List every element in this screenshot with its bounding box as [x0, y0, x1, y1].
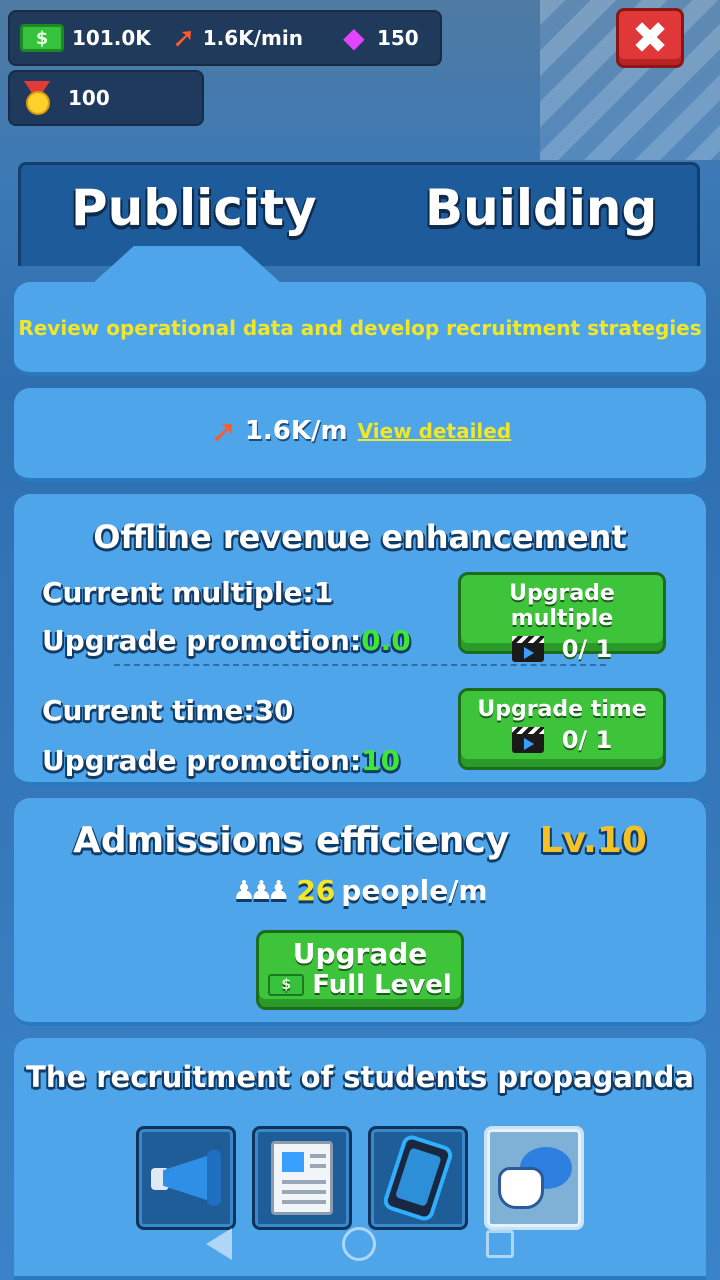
multiple-promotion-stat: Upgrade promotion:0.0 [42, 624, 411, 657]
admissions-title: Admissions efficiency [73, 820, 510, 861]
upgrade-time-progress-row: 0/ 1 [461, 726, 663, 754]
admissions-level: Lv.10 [539, 820, 647, 861]
current-time-stat: Current time:30 [42, 694, 293, 727]
view-detailed-link[interactable]: View detailed [358, 419, 512, 443]
people-rate-unit: people/m [341, 874, 488, 907]
admissions-title-row: Admissions efficiency Lv.10 [14, 820, 706, 861]
system-nav-bar [0, 1208, 720, 1280]
back-nav-icon[interactable] [206, 1228, 232, 1260]
multiple-promotion-label: Upgrade promotion: [42, 624, 362, 657]
offline-revenue-panel: Offline revenue enhancement Current mult… [14, 494, 706, 786]
tab-building[interactable]: Building [425, 179, 657, 237]
cash-resource: $ 101.0K [20, 24, 151, 52]
income-rate-row: ➚ 1.6K/m View detailed [14, 412, 706, 450]
section-divider [114, 664, 606, 666]
gem-value: 150 [376, 26, 419, 50]
upgrade-time-button[interactable]: Upgrade time 0/ 1 [458, 688, 666, 770]
current-multiple-stat: Current multiple:1 [42, 576, 333, 609]
close-button[interactable]: ✖ [616, 8, 684, 68]
tab-bar: Publicity Building [18, 162, 700, 266]
current-time-label: Current time: [42, 694, 255, 727]
income-resource: ➚ 1.6K/min [169, 23, 303, 53]
close-icon: ✖ [631, 12, 669, 64]
video-ad-icon [511, 636, 544, 662]
people-rate-row: ♟♟♟ 26 people/m [14, 874, 706, 907]
home-nav-icon[interactable] [342, 1227, 376, 1261]
medal-icon [20, 81, 54, 115]
people-rate-value: 26 [296, 874, 336, 907]
upgrade-multiple-label: Upgrade multiple [509, 581, 615, 631]
admissions-panel: Admissions efficiency Lv.10 ♟♟♟ 26 peopl… [14, 798, 706, 1026]
video-ad-icon [511, 727, 544, 753]
propaganda-title: The recruitment of students propaganda [26, 1060, 694, 1094]
upgrade-admissions-label: Upgrade [292, 937, 428, 970]
current-multiple-label: Current multiple: [42, 576, 314, 609]
income-rate-value: 1.6K/m [244, 416, 348, 446]
medal-resource: 100 [20, 81, 110, 115]
upgrade-multiple-progress-row: 0/ 1 [461, 635, 663, 663]
description-text: Review operational data and develop recr… [18, 316, 702, 340]
chat-bubble-icon [494, 1143, 574, 1213]
upgrade-time-label: Upgrade time [477, 697, 647, 722]
upgrade-multiple-progress: 0/ 1 [561, 635, 613, 663]
time-promotion-label: Upgrade promotion: [42, 744, 362, 777]
recent-apps-nav-icon[interactable] [486, 1230, 514, 1258]
current-multiple-value: 1 [313, 576, 334, 609]
multiple-promotion-value: 0.0 [361, 624, 411, 657]
income-value: 1.6K/min [202, 26, 303, 50]
arrow-up-icon: ➚ [210, 412, 238, 450]
upgrade-admissions-cost: Full Level [312, 970, 452, 1000]
time-promotion-value: 10 [361, 744, 401, 777]
cash-icon: $ [20, 24, 64, 52]
resource-bar: $ 101.0K ➚ 1.6K/min ◆ 150 [8, 10, 442, 66]
current-time-value: 30 [254, 694, 294, 727]
upgrade-time-progress: 0/ 1 [561, 726, 613, 754]
medal-value: 100 [68, 86, 110, 110]
upgrade-admissions-button[interactable]: Upgrade $ Full Level [256, 930, 464, 1010]
cash-icon: $ [268, 974, 305, 996]
description-panel: Review operational data and develop recr… [14, 282, 706, 376]
upgrade-admissions-cost-row: $ Full Level [259, 970, 461, 1000]
time-promotion-stat: Upgrade promotion:10 [42, 744, 400, 777]
newspaper-icon [271, 1141, 333, 1215]
upgrade-multiple-button[interactable]: Upgrade multiple 0/ 1 [458, 572, 666, 663]
gem-icon: ◆ [343, 21, 365, 54]
income-rate-panel: ➚ 1.6K/m View detailed [14, 388, 706, 482]
people-icon: ♟♟♟ [232, 875, 290, 906]
gem-resource: ◆ 150 [339, 23, 419, 53]
medal-bar: 100 [8, 70, 204, 126]
cash-value: 101.0K [72, 26, 151, 50]
offline-revenue-title: Offline revenue enhancement [93, 518, 627, 556]
megaphone-icon [149, 1148, 223, 1208]
tab-publicity[interactable]: Publicity [71, 179, 317, 237]
arrow-up-icon: ➚ [172, 21, 196, 54]
